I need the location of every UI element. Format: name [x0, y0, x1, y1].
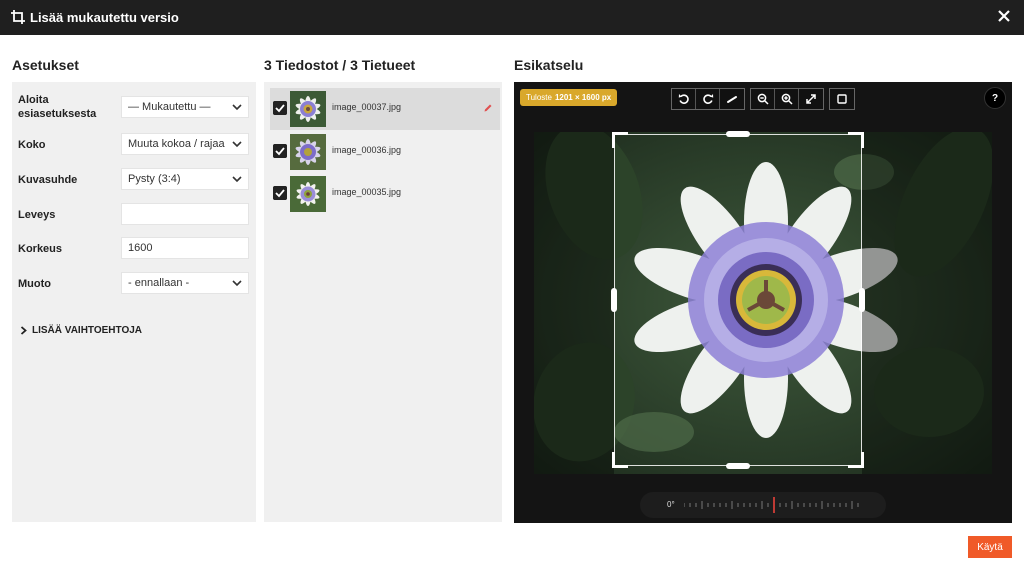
format-value: - ennallaan -	[128, 277, 190, 289]
settings-panel: Aloita esiasetuksesta — Mukautettu — Kok…	[12, 82, 256, 522]
size-select[interactable]: Muuta kokoa / rajaa	[121, 133, 249, 155]
chevron-down-icon	[232, 176, 242, 183]
more-options-label: LISÄÄ VAIHTOEHTOJA	[32, 325, 143, 336]
crop-frame-button[interactable]	[830, 89, 854, 109]
preview-heading: Esikatselu	[514, 57, 584, 73]
rotate-left-icon	[678, 94, 689, 104]
size-label: Koko	[18, 139, 46, 151]
files-heading: 3 Tiedostot / 3 Tietueet	[264, 57, 416, 73]
checkbox-checked-icon[interactable]	[273, 144, 287, 158]
format-select[interactable]: - ennallaan -	[121, 272, 249, 294]
straighten-icon	[727, 96, 737, 103]
crop-corner-bottom-left[interactable]	[612, 452, 628, 468]
file-name: image_00037.jpg	[332, 102, 402, 112]
crop-corner-top-right[interactable]	[848, 132, 864, 148]
crop-icon	[11, 10, 25, 24]
close-icon[interactable]	[996, 8, 1012, 24]
zoom-toolbar	[750, 88, 824, 110]
straighten-button[interactable]	[720, 89, 744, 109]
rotation-dial[interactable]: 0°	[640, 492, 886, 518]
files-panel: image_00037.jpg image_00036.jpg image_00…	[264, 82, 502, 522]
preset-label: Aloita esiasetuksesta	[18, 94, 97, 120]
crop-handle-left[interactable]	[611, 288, 617, 312]
crop-corner-bottom-right[interactable]	[848, 452, 864, 468]
rotate-right-icon	[702, 94, 713, 104]
chevron-right-icon	[20, 326, 27, 335]
rotation-value: 0°	[667, 500, 675, 509]
preset-select[interactable]: — Mukautettu —	[121, 96, 249, 118]
file-name: image_00036.jpg	[332, 145, 402, 155]
crop-handle-top[interactable]	[726, 131, 750, 137]
height-label: Korkeus	[18, 243, 63, 255]
rotate-left-button[interactable]	[672, 89, 696, 109]
chevron-down-icon	[232, 280, 242, 287]
crop-handle-bottom[interactable]	[726, 463, 750, 469]
file-item[interactable]: image_00037.jpg	[270, 88, 500, 130]
more-options-toggle[interactable]: LISÄÄ VAIHTOEHTOJA	[20, 325, 142, 336]
file-item[interactable]: image_00036.jpg	[270, 131, 500, 173]
aspect-label: Kuvasuhde	[18, 174, 78, 186]
height-input[interactable]: 1600	[121, 237, 249, 259]
rotation-scale	[684, 497, 859, 513]
crop-shade-left	[534, 132, 614, 474]
chevron-down-icon	[232, 141, 242, 148]
zoom-in-icon	[781, 93, 793, 105]
help-button[interactable]: ?	[984, 87, 1006, 109]
file-name: image_00035.jpg	[332, 187, 402, 197]
checkbox-checked-icon[interactable]	[273, 186, 287, 200]
width-input[interactable]	[121, 203, 249, 225]
file-item[interactable]: image_00035.jpg	[270, 173, 500, 215]
zoom-in-button[interactable]	[775, 89, 799, 109]
format-label: Muoto	[18, 278, 51, 290]
size-value: Muuta kokoa / rajaa	[128, 138, 225, 150]
output-label: Tuloste	[526, 93, 552, 102]
rotate-right-button[interactable]	[696, 89, 720, 109]
aspect-select[interactable]: Pysty (3:4)	[121, 168, 249, 190]
square-icon	[837, 94, 847, 104]
preset-value: — Mukautettu —	[128, 101, 211, 113]
chevron-down-icon	[232, 104, 242, 111]
title-bar: Lisää mukautettu versio	[0, 0, 1024, 35]
frame-toolbar	[829, 88, 855, 110]
pencil-icon[interactable]	[483, 103, 493, 113]
image-thumbnail	[290, 176, 326, 212]
rotate-toolbar	[671, 88, 745, 110]
zoom-out-button[interactable]	[751, 89, 775, 109]
width-label: Leveys	[18, 209, 56, 221]
fit-button[interactable]	[799, 89, 823, 109]
apply-button[interactable]: Käytä	[968, 536, 1012, 558]
aspect-value: Pysty (3:4)	[128, 173, 181, 185]
crop-shade-right	[862, 132, 992, 474]
image-thumbnail	[290, 91, 326, 127]
expand-icon	[806, 94, 816, 104]
window-title: Lisää mukautettu versio	[30, 10, 179, 25]
output-size: 1201 × 1600 px	[554, 93, 612, 102]
crop-corner-top-left[interactable]	[612, 132, 628, 148]
crop-handle-right[interactable]	[859, 288, 865, 312]
preview-panel: Tuloste 1201 × 1600 px ? 0°	[514, 82, 1012, 523]
output-size-badge: Tuloste 1201 × 1600 px	[520, 89, 618, 106]
zoom-out-icon	[757, 93, 769, 105]
checkbox-checked-icon[interactable]	[273, 101, 287, 115]
image-thumbnail	[290, 134, 326, 170]
crop-frame[interactable]	[614, 134, 862, 466]
settings-heading: Asetukset	[12, 57, 79, 73]
